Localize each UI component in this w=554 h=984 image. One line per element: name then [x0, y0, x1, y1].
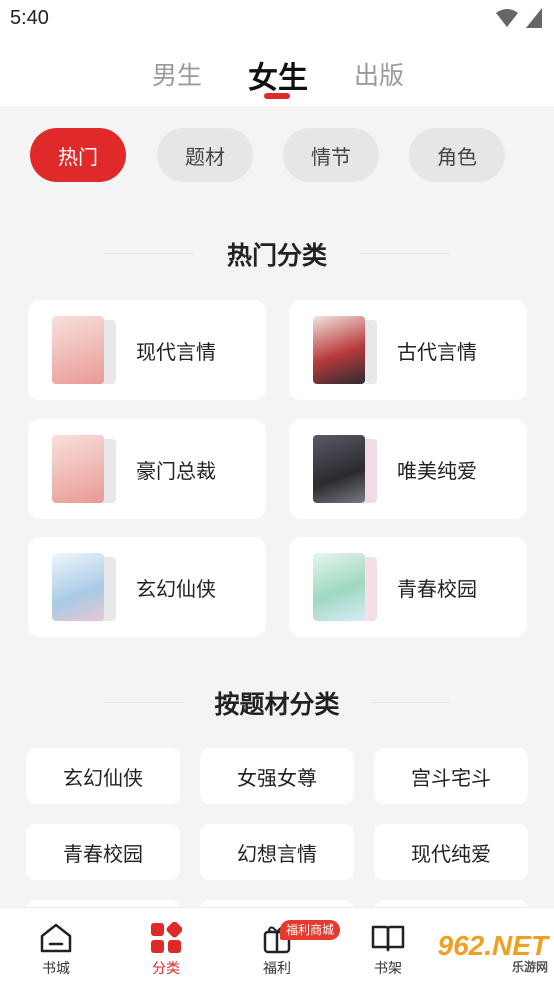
category-label: 豪门总裁 — [136, 459, 216, 483]
gender-tab-bar: 男生 女生 出版 — [0, 38, 554, 106]
nav-label: 福利 — [263, 961, 291, 977]
nav-bookshelf[interactable]: 书架 — [343, 920, 433, 978]
theme-categories-title: 按题材分类 — [214, 690, 340, 719]
status-time: 5:40 — [10, 7, 49, 29]
nav-label: 分类 — [152, 961, 180, 977]
category-card-rich-ceo[interactable]: 豪门总裁 — [28, 419, 266, 519]
nav-bookstore[interactable]: 书城 — [11, 920, 101, 978]
theme-tag[interactable]: 女强女尊 — [200, 748, 354, 804]
book-cover — [313, 435, 365, 503]
category-icon — [151, 922, 182, 953]
status-bar: 5:40 — [0, 0, 554, 38]
nav-label: 书城 — [42, 961, 70, 977]
category-label: 玄幻仙侠 — [136, 577, 216, 601]
chip-theme[interactable]: 题材 — [157, 128, 253, 182]
category-label: 青春校园 — [397, 577, 477, 601]
theme-tag[interactable]: 青春校园 — [26, 824, 180, 880]
category-card-modern-romance[interactable]: 现代言情 — [28, 300, 266, 400]
category-label: 唯美纯爱 — [397, 459, 477, 483]
chip-plot[interactable]: 情节 — [283, 128, 379, 182]
theme-tag[interactable]: 幻想言情 — [200, 824, 354, 880]
theme-tag[interactable]: 现代纯爱 — [374, 824, 528, 880]
book-cover — [313, 553, 365, 621]
chip-hot[interactable]: 热门 — [30, 128, 126, 182]
bottom-nav: 书城 分类 福利 福利商城 书架 962.NET 乐游网 — [0, 907, 554, 984]
nav-label: 书架 — [374, 961, 402, 977]
category-label: 现代言情 — [136, 340, 216, 364]
hot-categories-title: 热门分类 — [226, 241, 327, 270]
filter-chip-row: 热门 题材 情节 角色 — [0, 128, 554, 184]
book-cover — [52, 316, 104, 384]
theme-tag[interactable]: 宫斗宅斗 — [374, 748, 528, 804]
book-cover — [313, 316, 365, 384]
category-card-campus-youth[interactable]: 青春校园 — [289, 537, 527, 637]
home-icon — [40, 923, 72, 953]
battery-icon — [526, 8, 542, 28]
category-label: 古代言情 — [397, 340, 477, 364]
wifi-icon — [496, 9, 518, 27]
tab-publish[interactable]: 出版 — [354, 56, 404, 92]
watermark-logo: 962.NET 乐游网 — [437, 930, 549, 974]
category-card-ancient-romance[interactable]: 古代言情 — [289, 300, 527, 400]
book-cover — [52, 553, 104, 621]
active-tab-indicator — [264, 93, 290, 99]
category-card-fantasy-xianxia[interactable]: 玄幻仙侠 — [28, 537, 266, 637]
theme-tag[interactable]: 玄幻仙侠 — [26, 748, 180, 804]
tab-female[interactable]: 女生 — [248, 53, 308, 97]
category-card-pure-love[interactable]: 唯美纯爱 — [289, 419, 527, 519]
tab-male[interactable]: 男生 — [152, 56, 202, 92]
promo-badge[interactable]: 福利商城 — [280, 920, 341, 940]
book-cover — [52, 435, 104, 503]
bookshelf-icon — [371, 925, 405, 952]
chip-role[interactable]: 角色 — [409, 128, 505, 182]
nav-category[interactable]: 分类 — [121, 920, 211, 978]
